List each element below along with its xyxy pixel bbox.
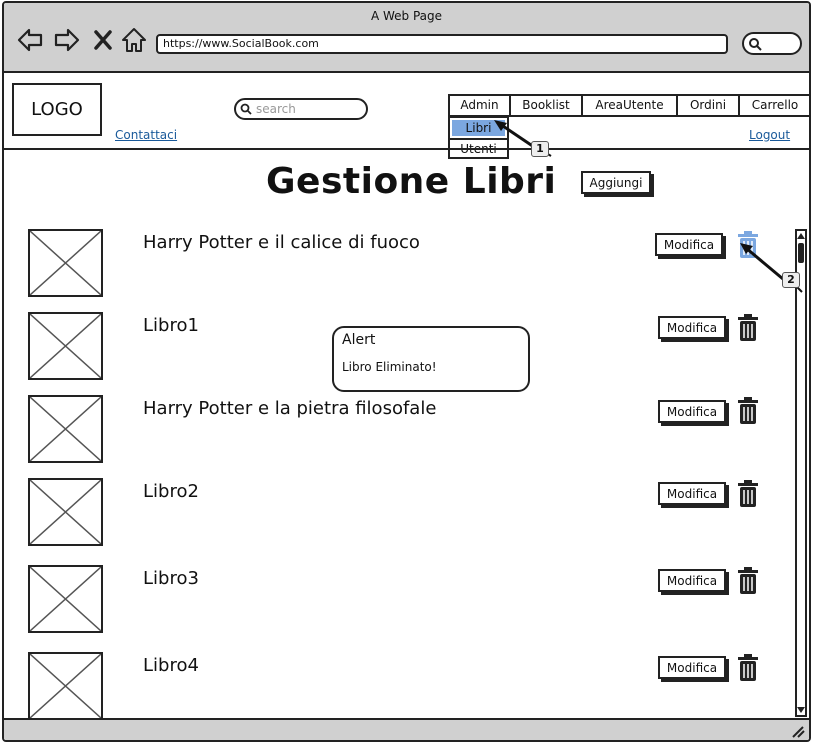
header-divider [4, 148, 809, 150]
alert-dialog: Alert Libro Eliminato! [332, 326, 530, 392]
resize-grip-icon[interactable] [791, 726, 805, 738]
logo: LOGO [12, 83, 102, 136]
edit-button[interactable]: Modifica [658, 482, 726, 505]
edit-button[interactable]: Modifica [658, 569, 726, 592]
back-icon[interactable] [16, 27, 44, 53]
forward-icon[interactable] [53, 27, 81, 53]
dropdown-item-libri[interactable]: Libri [452, 120, 505, 136]
search-input[interactable]: search [234, 98, 368, 120]
book-thumbnail [28, 312, 103, 380]
browser-search-field[interactable] [742, 32, 802, 55]
edit-button[interactable]: Modifica [658, 400, 726, 423]
home-icon[interactable] [120, 27, 148, 53]
book-thumbnail [28, 395, 103, 463]
scroll-thumb[interactable] [798, 243, 804, 263]
url-bar[interactable]: https://www.SocialBook.com [156, 34, 728, 54]
window-title: A Web Page [370, 9, 443, 23]
trash-icon[interactable] [737, 654, 759, 682]
logout-link[interactable]: Logout [749, 128, 790, 142]
add-button[interactable]: Aggiungi [581, 171, 651, 194]
alert-message: Libro Eliminato! [342, 360, 437, 374]
book-thumbnail [28, 229, 103, 297]
callout-1: 1 [531, 141, 549, 157]
book-thumbnail [28, 478, 103, 546]
menu-ordini[interactable]: Ordini [678, 96, 740, 115]
trash-icon[interactable] [737, 314, 759, 342]
page-title: Gestione Libri [266, 161, 557, 202]
menu-carrello[interactable]: Carrello [740, 96, 809, 115]
trash-icon[interactable] [737, 567, 759, 595]
menu-admin[interactable]: Admin [450, 96, 511, 115]
main-menu: Admin Booklist AreaUtente Ordini Carrell… [448, 94, 809, 117]
close-icon[interactable] [92, 27, 114, 53]
book-title: Libro3 [143, 568, 199, 589]
status-bar [4, 718, 809, 740]
trash-icon[interactable] [737, 397, 759, 425]
edit-button[interactable]: Modifica [658, 656, 726, 679]
book-title: Libro1 [143, 315, 199, 336]
edit-button[interactable]: Modifica [658, 316, 726, 339]
search-placeholder: search [256, 102, 296, 116]
menu-areautente[interactable]: AreaUtente [583, 96, 678, 115]
browser-window: A Web Page https://www.SocialBook.com LO… [2, 1, 811, 742]
search-icon [240, 103, 252, 115]
contact-link[interactable]: Contattaci [115, 128, 177, 142]
book-title: Harry Potter e il calice di fuoco [143, 232, 420, 253]
vertical-scrollbar[interactable] [795, 229, 807, 717]
book-thumbnail [28, 652, 103, 720]
book-title: Libro2 [143, 481, 199, 502]
admin-dropdown: Libri Utenti [448, 116, 509, 159]
book-title: Harry Potter e la pietra filosofale [143, 398, 437, 419]
menu-booklist[interactable]: Booklist [511, 96, 583, 115]
edit-button[interactable]: Modifica [655, 233, 723, 256]
scroll-down-icon[interactable] [797, 706, 805, 714]
trash-icon[interactable] [737, 480, 759, 508]
scroll-up-icon[interactable] [797, 232, 805, 240]
book-thumbnail [28, 565, 103, 633]
book-title: Libro4 [143, 655, 199, 676]
callout-2: 2 [782, 272, 800, 288]
browser-chrome: A Web Page https://www.SocialBook.com [4, 3, 809, 73]
search-icon [749, 38, 762, 51]
trash-icon[interactable] [737, 231, 759, 259]
alert-title: Alert [342, 332, 376, 348]
